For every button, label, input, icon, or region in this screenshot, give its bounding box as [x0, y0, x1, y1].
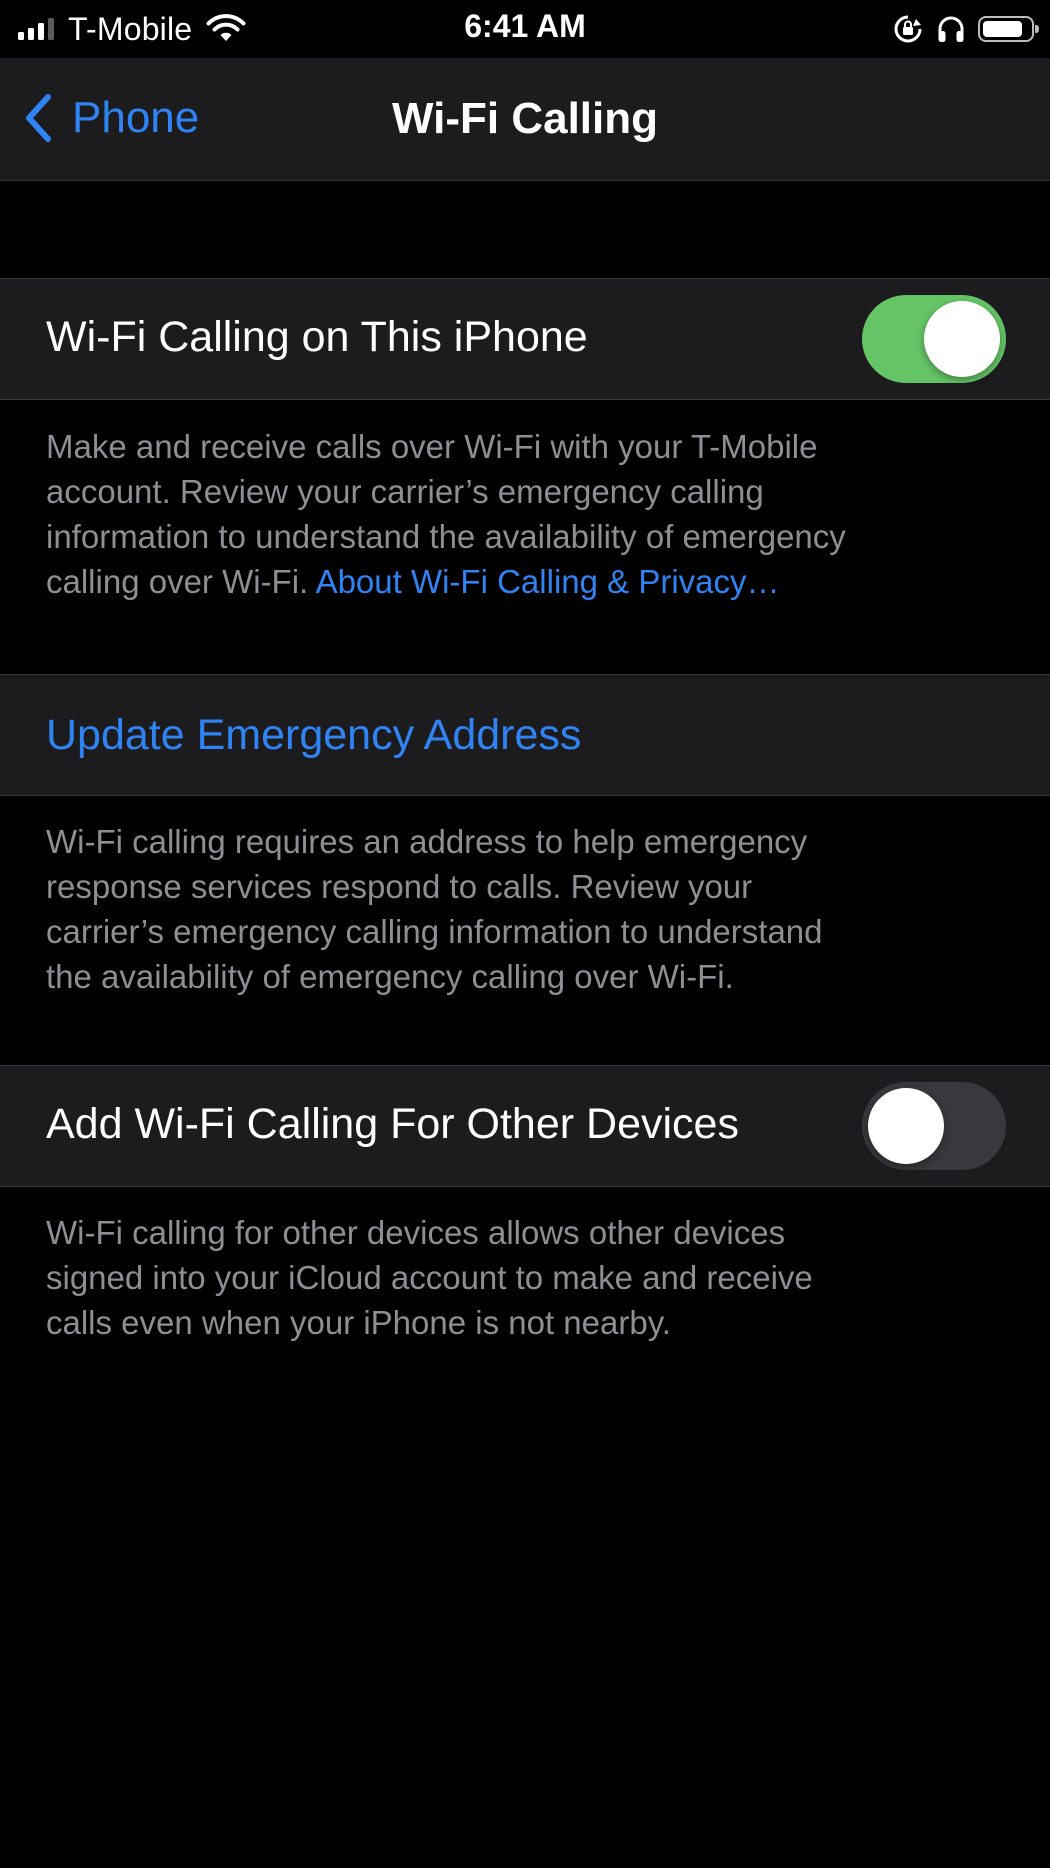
emergency-address-footer: Wi-Fi calling requires an address to hel… — [46, 819, 1006, 999]
status-bar-right — [892, 10, 1039, 48]
toggle-knob — [924, 301, 1000, 377]
footer-line: information to understand the availabili… — [46, 518, 846, 555]
footer-line: carrier’s emergency calling information … — [46, 913, 823, 950]
wifi-calling-label: Wi-Fi Calling on This iPhone — [46, 313, 588, 361]
footer-line: calling over Wi-Fi. About Wi-Fi Calling … — [46, 559, 1006, 604]
battery-level-fill — [983, 21, 1022, 37]
footer-line: calls even when your iPhone is not nearb… — [46, 1304, 671, 1341]
headphones-icon — [938, 16, 964, 42]
other-devices-footer: Wi-Fi calling for other devices allows o… — [46, 1210, 1006, 1345]
wifi-calling-row: Wi-Fi Calling on This iPhone — [0, 278, 1050, 400]
footer-line: Make and receive calls over Wi-Fi with y… — [46, 428, 818, 465]
footer-line-text: calling over Wi-Fi. — [46, 563, 316, 600]
footer-line: Wi-Fi calling for other devices allows o… — [46, 1214, 786, 1251]
footer-line: the availability of emergency calling ov… — [46, 958, 734, 995]
other-devices-row: Add Wi-Fi Calling For Other Devices — [0, 1065, 1050, 1187]
wifi-calling-toggle[interactable] — [862, 295, 1006, 383]
status-bar: T-Mobile 6:41 AM — [0, 0, 1050, 58]
emergency-address-row[interactable]: Update Emergency Address — [0, 674, 1050, 796]
other-devices-label: Add Wi-Fi Calling For Other Devices — [46, 1100, 739, 1148]
toggle-knob — [868, 1088, 944, 1164]
wifi-calling-footer: Make and receive calls over Wi-Fi with y… — [46, 424, 1006, 604]
footer-line: account. Review your carrier’s emergency… — [46, 473, 764, 510]
navigation-bar: Phone Wi-Fi Calling — [0, 58, 1050, 181]
orientation-lock-icon — [894, 15, 922, 43]
update-emergency-address-link[interactable]: Update Emergency Address — [46, 711, 581, 760]
footer-line: Wi-Fi calling requires an address to hel… — [46, 823, 808, 860]
footer-line: response services respond to calls. Revi… — [46, 868, 753, 905]
other-devices-toggle[interactable] — [862, 1082, 1006, 1170]
battery-icon — [978, 16, 1039, 42]
footer-line: signed into your iCloud account to make … — [46, 1259, 813, 1296]
about-wifi-calling-privacy-link[interactable]: About Wi-Fi Calling & Privacy… — [316, 563, 780, 600]
page-title: Wi-Fi Calling — [391, 94, 659, 143]
